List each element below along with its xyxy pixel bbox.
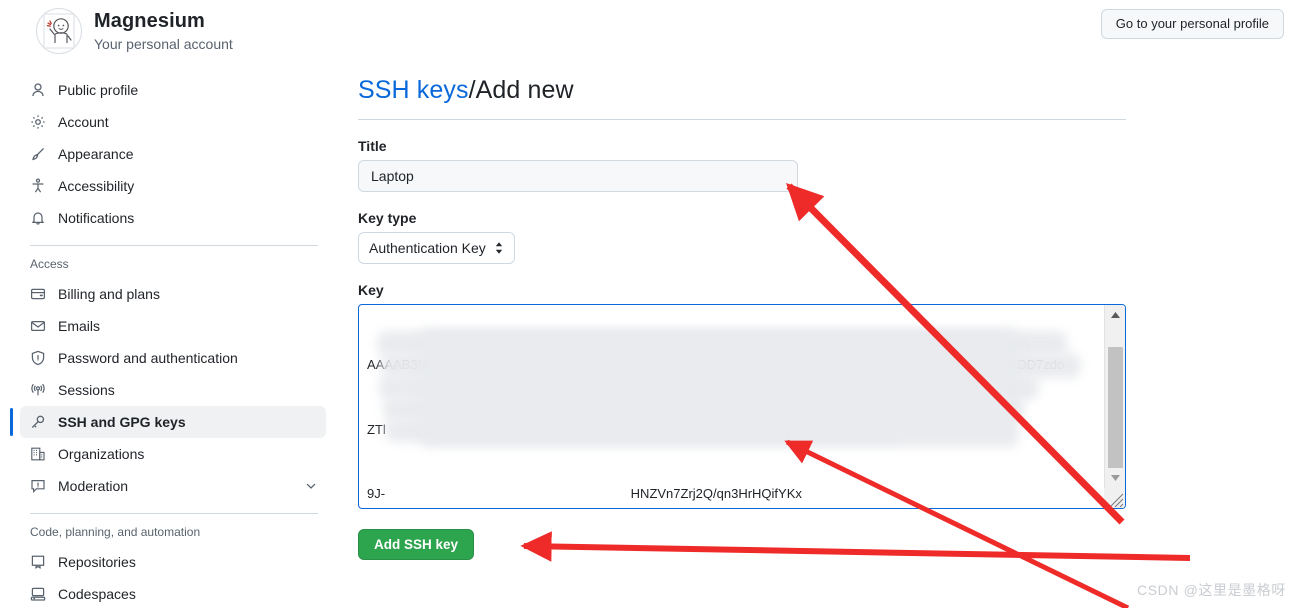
organization-icon (30, 446, 46, 462)
sidebar-item-repositories[interactable]: Repositories (20, 546, 326, 578)
repo-icon (30, 554, 46, 570)
scroll-down-icon[interactable] (1105, 468, 1125, 488)
shield-lock-icon (30, 350, 46, 366)
sidebar-item-label: Public profile (58, 82, 139, 98)
sidebar-item-accessibility[interactable]: Accessibility (20, 170, 326, 202)
sidebar-item-ssh-and-gpg-keys[interactable]: SSH and GPG keys (10, 406, 326, 438)
sidebar-item-emails[interactable]: Emails (20, 310, 326, 342)
paintbrush-icon (30, 146, 46, 162)
scrollbar-thumb[interactable] (1108, 347, 1123, 471)
person-icon (30, 82, 46, 98)
sidebar-item-moderation[interactable]: Moderation (20, 470, 326, 502)
sidebar-item-codespaces[interactable]: Codespaces (20, 578, 326, 608)
credit-card-icon (30, 286, 46, 302)
key-type-select[interactable]: Authentication Key (358, 232, 515, 264)
sidebar-divider (30, 513, 318, 514)
sidebar-item-billing-and-plans[interactable]: Billing and plans (20, 278, 326, 310)
sidebar-item-label: Appearance (58, 146, 134, 162)
broadcast-icon (30, 382, 46, 398)
csdn-watermark: CSDN @这里是墨格呀 (1137, 582, 1286, 598)
gear-icon (30, 114, 46, 130)
page-title: SSH keys/Add new (358, 76, 1138, 105)
bell-icon (30, 210, 46, 226)
report-icon (30, 478, 46, 494)
sidebar-item-label: Account (58, 114, 109, 130)
sidebar-item-label: Billing and plans (58, 286, 160, 302)
title-input[interactable] (358, 160, 798, 192)
sidebar-item-label: Codespaces (58, 586, 136, 602)
sidebar-item-notifications[interactable]: Notifications (20, 202, 326, 234)
sidebar-item-label: Emails (58, 318, 101, 334)
title-divider (358, 119, 1126, 120)
sidebar-item-appearance[interactable]: Appearance (20, 138, 326, 170)
key-textarea[interactable]: AAAAB3NzaC1yc2EAAAADAQABAAACAQC67kmscEW9… (358, 304, 1126, 509)
sidebar-item-label: SSH and GPG keys (58, 414, 186, 430)
sidebar-nav: Public profile Account Appearance Access… (0, 74, 340, 608)
sidebar-item-label: Organizations (58, 446, 145, 462)
key-type-value: Authentication Key (369, 240, 486, 256)
sidebar-group-heading-access: Access (30, 257, 69, 271)
key-line: 9J- HNZVn7Zrj2Q/qn3HrHQifYKx (367, 486, 802, 501)
breadcrumb-separator: / (468, 76, 476, 104)
sidebar-item-label: Notifications (58, 210, 135, 226)
scroll-up-icon[interactable] (1105, 305, 1125, 325)
sidebar-divider (30, 245, 318, 246)
chevron-down-icon[interactable] (304, 479, 318, 493)
key-textarea-scrollbar[interactable] (1104, 305, 1125, 508)
sidebar-item-label: Password and authentication (58, 350, 238, 366)
page-root: Magnesium Your personal account Public p… (0, 0, 1300, 608)
sidebar-item-password-and-authentication[interactable]: Password and authentication (20, 342, 326, 374)
avatar[interactable] (36, 8, 82, 54)
sidebar-item-label: Repositories (58, 554, 136, 570)
sidebar-group-heading-code: Code, planning, and automation (30, 525, 201, 539)
sidebar-item-label: Accessibility (58, 178, 135, 194)
sidebar-item-organizations[interactable]: Organizations (20, 438, 326, 470)
settings-sidebar: Magnesium Your personal account Public p… (0, 0, 340, 608)
sidebar-item-public-profile[interactable]: Public profile (20, 74, 326, 106)
sidebar-item-label: Sessions (58, 382, 115, 398)
key-line: AAAAB3NzaC1yc2EAAAADAQABAAACAQC67kmscEW9… (367, 357, 1065, 372)
account-subtitle: Your personal account (94, 35, 233, 52)
sidebar-item-sessions[interactable]: Sessions (20, 374, 326, 406)
breadcrumb-current: Add new (475, 76, 574, 104)
breadcrumb-link-ssh-keys[interactable]: SSH keys (358, 76, 469, 104)
sort-updown-icon (494, 241, 504, 255)
main-content: SSH keys/Add new Title Key type Authenti… (358, 0, 1138, 560)
title-field-label: Title (358, 138, 387, 154)
key-type-field-label: Key type (358, 210, 417, 226)
accessibility-icon (30, 178, 46, 194)
key-textarea-content: AAAAB3NzaC1yc2EAAAADAQABAAACAQC67kmscEW9… (359, 305, 1103, 508)
key-icon (30, 414, 46, 430)
resize-grip-icon[interactable] (1104, 488, 1125, 508)
key-field-label: Key (358, 282, 384, 298)
account-header: Magnesium Your personal account (0, 0, 340, 54)
sidebar-item-account[interactable]: Account (20, 106, 326, 138)
key-line: ZTl " Iscyw9QqDlvYr/PSAjR7aZC7xZk (367, 421, 824, 437)
mail-icon (30, 318, 46, 334)
add-ssh-key-button[interactable]: Add SSH key (358, 529, 475, 560)
sidebar-item-label: Moderation (58, 478, 129, 494)
codespaces-icon (30, 586, 46, 602)
account-name: Magnesium (94, 9, 205, 32)
person-waving-avatar-icon (43, 13, 75, 49)
